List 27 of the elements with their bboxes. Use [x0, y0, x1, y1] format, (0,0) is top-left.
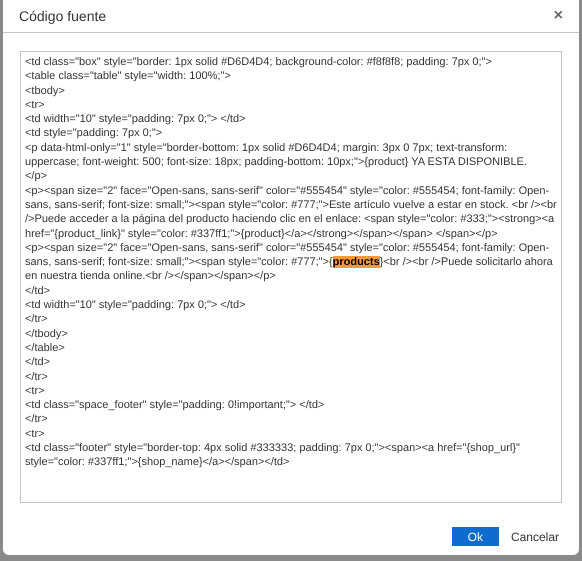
- code-line: </tr>: [25, 312, 49, 327]
- code-line: <td class="box" style="border: 1px solid #D6D4D4; background-color: #f8f8f8; padding: 7px 0;">: [25, 55, 493, 70]
- code-line: <tr>: [25, 384, 46, 398]
- code-line: <tr>: [25, 426, 46, 442]
- code-line: <td class="footer" style="border-top: 4px solid #333333; padding: 7px 0;"><span><a href="{shop_url}" style="color: #337ff1;">{shop_name}</a></span></td>: [25, 441, 521, 470]
- code-line: </p>: [25, 169, 48, 184]
- dialog-title: Código fuente: [19, 6, 106, 26]
- code-line: </tr>: [25, 412, 49, 427]
- code-line: <p><span size="2" face="Open-sans, sans-serif" color="#555454" style="color: #555454; font-family: Open-sans, sans-serif; font-size: small;"><span style="color: #777;">Este artículo vuelve a estar en stock. <br /><br />Puede acceder a la página del producto haciendo clic en el enlace: <span style="color: #333;"><strong><a href="{product_link}" style="color: #337ff1;">{product}</a></strong></span></span> </span></p>: [25, 184, 557, 241]
- source-code-field[interactable]: [20, 51, 562, 503]
- code-line: <p><span size="2" face="Open-sans, sans-serif" color="#555454" style="color: #555454; font-family: Open-sans, sans-serif; font-size: small;"><span style="color: #777;">{products}<br /><br />Puede solicitarlo ahora en nuestra tienda online.<br /></span></span></p>: [25, 240, 554, 284]
- code-line: <tr>: [25, 98, 46, 112]
- code-line: <td width="10" style="padding: 7px 0;"> </td>: [25, 298, 246, 312]
- code-line: </td>: [25, 355, 52, 370]
- code-line: <p data-html-only="1" style="border-bottom: 1px solid #D6D4D4; margin: 3px 0 7px; text-transform: uppercase; font-weight: 500; font-size: 18px; padding-bottom: 10px;">{product} YA ESTA DISPONIBLE.: [25, 140, 528, 170]
- code-line: <td class="space_footer" style="padding: 0!important;"> </td>: [25, 398, 326, 412]
- code-line: <table class="table" style="width: 100%;">: [25, 69, 232, 84]
- code-line: </table>: [25, 340, 66, 356]
- code-line: <tbody>: [25, 84, 66, 98]
- code-line: <td width="10" style="padding: 7px 0;"> </td>: [25, 112, 246, 126]
- code-line: </td>: [25, 284, 52, 298]
- code-line: </tbody>: [25, 326, 69, 341]
- code-line: <td style="padding: 7px 0;">: [25, 126, 164, 141]
- close-button[interactable]: ×: [554, 8, 563, 24]
- cancel-button[interactable]: Cancelar: [506, 527, 563, 546]
- code-line: </tr>: [25, 370, 49, 384]
- ok-button[interactable]: Ok: [452, 527, 499, 546]
